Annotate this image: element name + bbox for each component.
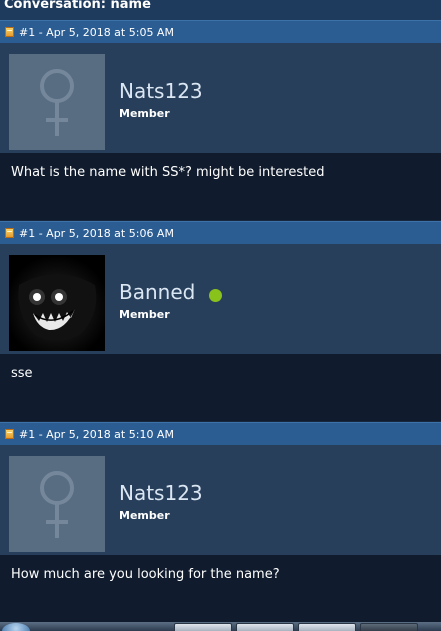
avatar[interactable] (9, 456, 105, 552)
conversation-title: Conversation: name (0, 0, 441, 20)
post-user-panel: Nats123 Member (0, 43, 441, 153)
username[interactable]: Nats123 (119, 481, 203, 505)
taskbar-button[interactable] (360, 623, 418, 631)
grinning-monster-icon (9, 255, 105, 351)
post: #1 - Apr 5, 2018 at 5:06 AM Banned Membe… (0, 221, 441, 421)
post: #1 - Apr 5, 2018 at 5:05 AM Nats123 Memb… (0, 20, 441, 220)
taskbar-button[interactable] (298, 623, 356, 631)
post-header[interactable]: #1 - Apr 5, 2018 at 5:06 AM (0, 221, 441, 244)
post-header[interactable]: #1 - Apr 5, 2018 at 5:05 AM (0, 20, 441, 43)
avatar[interactable] (9, 54, 105, 150)
post-document-icon (5, 429, 14, 439)
taskbar-button[interactable] (236, 623, 294, 631)
post-document-icon (5, 27, 14, 37)
post-permalink[interactable]: #1 - Apr 5, 2018 at 5:06 AM (19, 227, 174, 240)
username[interactable]: Banned (119, 280, 195, 304)
username[interactable]: Nats123 (119, 79, 203, 103)
post-user-panel: Banned Member (0, 244, 441, 354)
post-message: What is the name with SS*? might be inte… (0, 153, 441, 220)
conversation-title-text: Conversation: name (4, 0, 151, 12)
start-button[interactable] (2, 623, 30, 631)
avatar[interactable] (9, 255, 105, 351)
post-header[interactable]: #1 - Apr 5, 2018 at 5:10 AM (0, 422, 441, 445)
post: #1 - Apr 5, 2018 at 5:10 AM Nats123 Memb… (0, 422, 441, 622)
taskbar (0, 622, 441, 631)
post-document-icon (5, 228, 14, 238)
user-role: Member (119, 308, 170, 321)
user-role: Member (119, 509, 170, 522)
female-symbol-icon (40, 69, 74, 136)
post-permalink[interactable]: #1 - Apr 5, 2018 at 5:05 AM (19, 26, 174, 39)
post-permalink[interactable]: #1 - Apr 5, 2018 at 5:10 AM (19, 428, 174, 441)
taskbar-button[interactable] (174, 623, 232, 631)
post-user-panel: Nats123 Member (0, 445, 441, 555)
online-status-icon (209, 289, 222, 302)
user-role: Member (119, 107, 170, 120)
post-message: How much are you looking for the name? (0, 555, 441, 622)
post-message: sse (0, 354, 441, 421)
female-symbol-icon (40, 471, 74, 538)
